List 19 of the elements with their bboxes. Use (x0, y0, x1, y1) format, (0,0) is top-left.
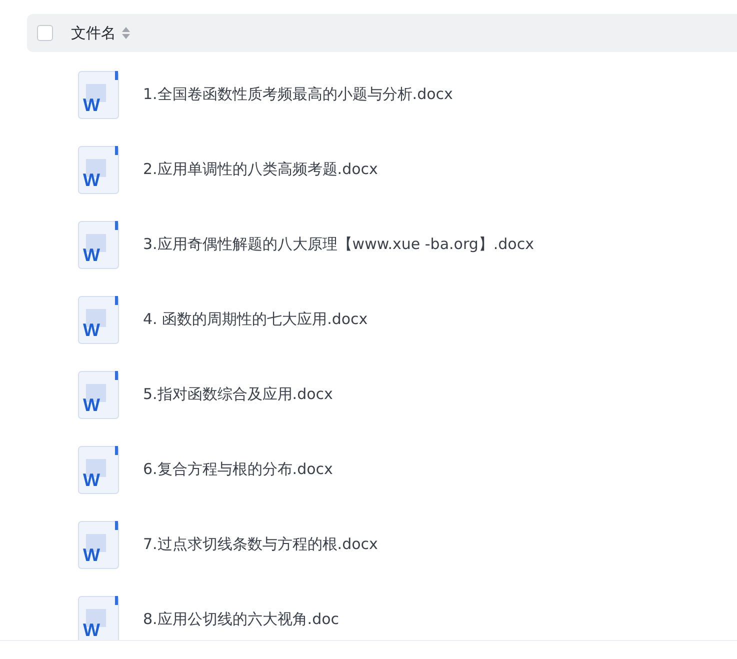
file-name[interactable]: 4. 函数的周期性的七大应用.docx (143, 310, 368, 329)
sort-icon[interactable] (122, 27, 130, 39)
word-document-icon[interactable]: W (78, 520, 119, 568)
word-document-icon[interactable]: W (78, 146, 119, 194)
file-name[interactable]: 8.应用公切线的六大视角.doc (143, 610, 340, 629)
file-name[interactable]: 1.全国卷函数性质考频最高的小题与分析.docx (143, 85, 453, 104)
file-name[interactable]: 7.过点求切线条数与方程的根.docx (143, 535, 378, 554)
file-name[interactable]: 5.指对函数综合及应用.docx (143, 385, 333, 404)
file-name[interactable]: 6.复合方程与根的分布.docx (143, 460, 333, 479)
word-document-icon[interactable]: W (78, 596, 119, 640)
word-document-icon[interactable]: W (78, 370, 119, 418)
column-header[interactable]: 文件名 (71, 24, 116, 42)
select-all-checkbox[interactable] (37, 25, 53, 41)
word-document-icon[interactable]: W (78, 70, 119, 118)
word-document-icon[interactable]: W (78, 296, 119, 344)
word-document-icon[interactable]: W (78, 220, 119, 268)
word-document-icon[interactable]: W (78, 446, 119, 494)
file-name[interactable]: 3.应用奇偶性解题的八大原理【www.xue -ba.org】.docx (143, 235, 534, 254)
file-name[interactable]: 2.应用单调性的八类高频考题.docx (143, 160, 378, 179)
